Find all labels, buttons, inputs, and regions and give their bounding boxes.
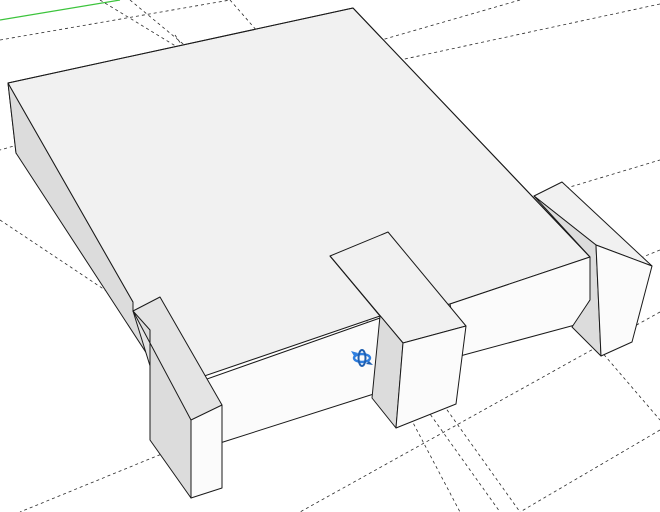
guide-line: [0, 0, 231, 41]
leg-left-front-face: [190, 404, 223, 499]
guide-line: [519, 429, 660, 512]
guide-line: [599, 349, 660, 421]
guide-line: [419, 399, 501, 512]
3d-modeling-viewport[interactable]: [0, 0, 660, 512]
guide-line: [559, 159, 660, 191]
guide-line: [439, 399, 521, 512]
green-axis-line: [0, 0, 121, 21]
main-slab[interactable]: [7, 7, 591, 444]
guide-line: [399, 3, 660, 61]
drawing-canvas[interactable]: [0, 0, 660, 512]
